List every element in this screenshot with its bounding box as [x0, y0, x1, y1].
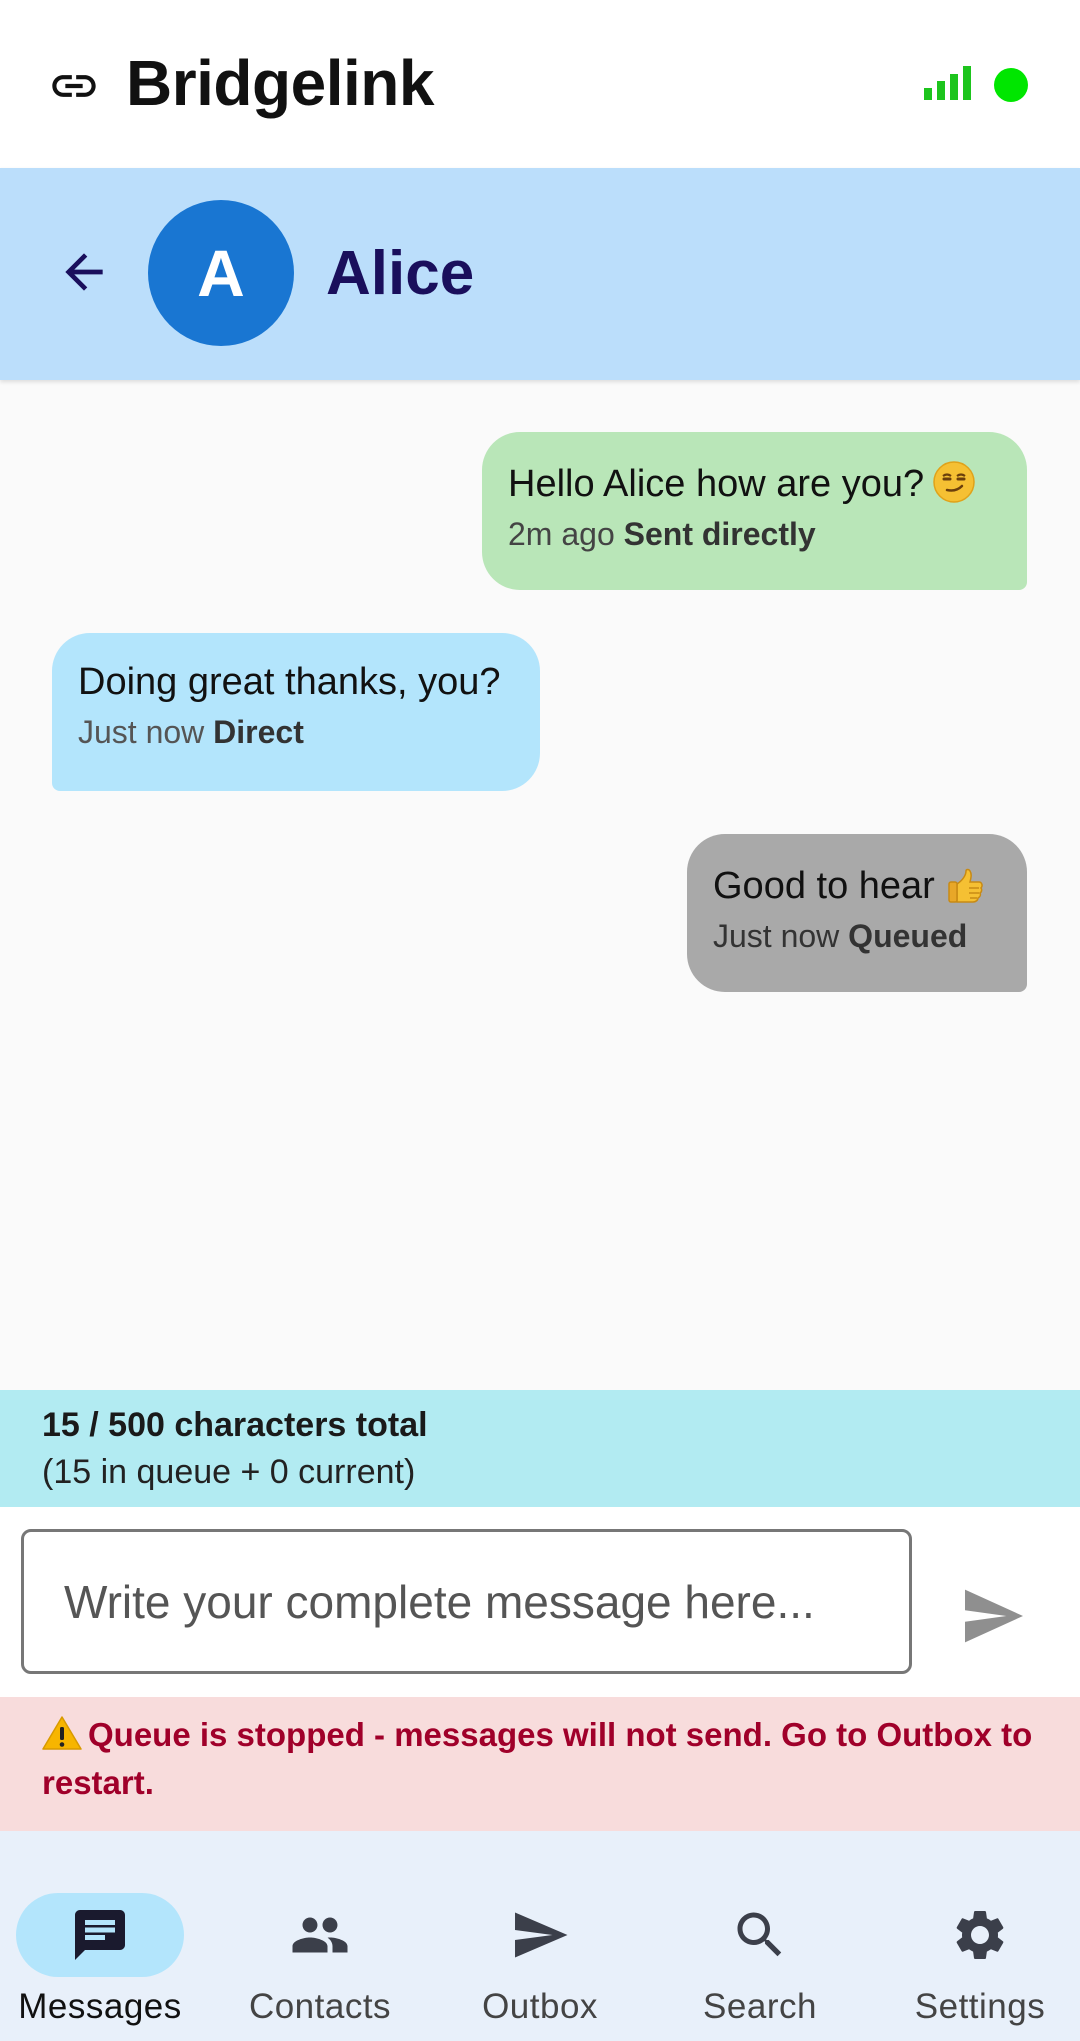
send-icon: [515, 1912, 568, 1958]
nav-item-contacts[interactable]: Contacts: [220, 1861, 436, 2026]
signal-strength-icon: [924, 66, 971, 100]
nav-label: Outbox: [482, 1987, 598, 2026]
message-bubble-outgoing[interactable]: Good to hear Just now Queued: [687, 834, 1027, 992]
smirking-face-emoji: [933, 461, 975, 503]
nav-label: Search: [703, 1987, 817, 2026]
warning-icon: [42, 1716, 82, 1750]
message-time: 2m ago: [508, 516, 615, 552]
contact-avatar[interactable]: A: [148, 200, 294, 346]
message-text: Doing great thanks, you?: [78, 661, 501, 703]
nav-item-outbox[interactable]: Outbox: [440, 1861, 656, 2026]
message-status: Queued: [848, 918, 968, 954]
message-status: Direct: [213, 714, 304, 750]
app-title: Bridgelink: [126, 47, 434, 119]
message-text: Hello Alice how are you?: [508, 463, 925, 505]
message-composer: [0, 1507, 1080, 1697]
gear-icon: [956, 1911, 1004, 1959]
message-time: Just now: [713, 918, 840, 954]
app-bar: Bridgelink: [0, 0, 1080, 168]
thumbs-up-emoji: [948, 868, 983, 903]
message-status: Sent directly: [623, 516, 816, 552]
arrow-back-icon[interactable]: [56, 244, 112, 300]
chat-header: A Alice: [0, 168, 1080, 380]
bottom-navigation: Messages Contacts Outbox Search Settings: [0, 1831, 1080, 2041]
nav-label: Settings: [914, 1987, 1046, 2026]
send-icon[interactable]: [962, 1587, 1026, 1645]
contact-name: Alice: [326, 239, 475, 308]
message-input[interactable]: [21, 1529, 912, 1674]
nav-label: Messages: [18, 1987, 182, 2026]
character-breakdown: (15 in queue + 0 current): [42, 1453, 416, 1491]
queue-warning-text: Queue is stopped - messages will not sen…: [42, 1716, 1033, 1801]
message-bubble-incoming[interactable]: Doing great thanks, you? Just now Direct: [52, 633, 540, 791]
chat-icon: [75, 1910, 125, 1960]
nav-item-messages[interactable]: Messages: [0, 1861, 216, 2026]
message-list[interactable]: Hello Alice how are you? 2m ago Sent dir…: [0, 380, 1080, 1390]
nav-item-settings[interactable]: Settings: [880, 1861, 1080, 2026]
message-time: Just now: [78, 714, 205, 750]
message-text: Good to hear: [713, 865, 935, 907]
nav-label: Contacts: [248, 1987, 392, 2026]
message-bubble-outgoing[interactable]: Hello Alice how are you? 2m ago Sent dir…: [482, 432, 1027, 590]
character-total: 15 / 500 characters total: [42, 1406, 428, 1444]
search-icon: [737, 1912, 782, 1957]
connection-status-indicator: [994, 68, 1028, 102]
character-counter: 15 / 500 characters total (15 in queue +…: [0, 1390, 1080, 1507]
queue-stopped-banner[interactable]: Queue is stopped - messages will not sen…: [0, 1697, 1080, 1831]
nav-item-search[interactable]: Search: [660, 1861, 876, 2026]
people-icon: [292, 1917, 348, 1953]
link-icon: [52, 75, 96, 97]
